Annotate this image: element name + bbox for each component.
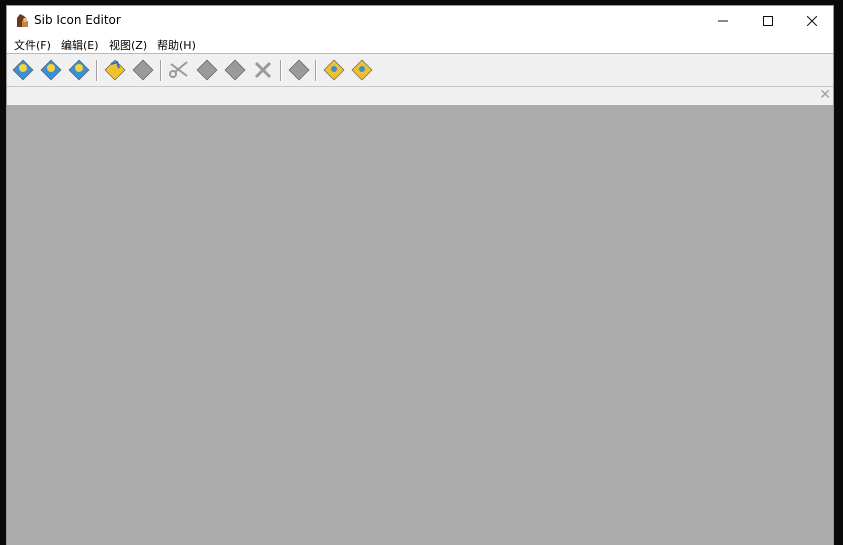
panel-header: ✕ <box>7 87 833 105</box>
menu-file[interactable]: 文件(F) <box>14 37 51 53</box>
properties-icon[interactable] <box>287 58 311 82</box>
delete-icon[interactable] <box>251 58 275 82</box>
close-button[interactable] <box>790 6 834 36</box>
toolbar <box>7 54 833 87</box>
menu-help[interactable]: 帮助(H) <box>157 37 196 53</box>
about-icon[interactable] <box>350 58 374 82</box>
minimize-icon <box>718 20 728 22</box>
maximize-icon <box>763 16 773 26</box>
new-icon[interactable] <box>11 58 35 82</box>
help-icon[interactable] <box>322 58 346 82</box>
toolbar-separator <box>160 60 162 81</box>
save-icon[interactable] <box>67 58 91 82</box>
menu-view[interactable]: 视图(Z) <box>109 37 147 53</box>
open-icon[interactable] <box>39 58 63 82</box>
copy-icon[interactable] <box>195 58 219 82</box>
import-icon[interactable] <box>103 58 127 82</box>
close-icon <box>807 16 817 26</box>
toolbar-separator <box>280 60 282 81</box>
toolbar-separator <box>315 60 317 81</box>
app-window: Sib Icon Editor 文件(F) 编辑(E) 视图(Z) 帮助(H) … <box>6 5 834 545</box>
maximize-button[interactable] <box>746 6 790 36</box>
paste-icon[interactable] <box>223 58 247 82</box>
workspace[interactable] <box>7 105 833 545</box>
export-icon[interactable] <box>131 58 155 82</box>
panel-close-icon[interactable]: ✕ <box>819 87 831 104</box>
cut-icon[interactable] <box>167 58 191 82</box>
window-title: Sib Icon Editor <box>34 13 121 27</box>
app-icon <box>17 14 28 27</box>
minimize-button[interactable] <box>701 6 745 36</box>
title-bar[interactable]: Sib Icon Editor <box>7 6 833 36</box>
menu-bar: 文件(F) 编辑(E) 视图(Z) 帮助(H) <box>7 36 833 54</box>
menu-edit[interactable]: 编辑(E) <box>61 37 99 53</box>
toolbar-separator <box>96 60 98 81</box>
